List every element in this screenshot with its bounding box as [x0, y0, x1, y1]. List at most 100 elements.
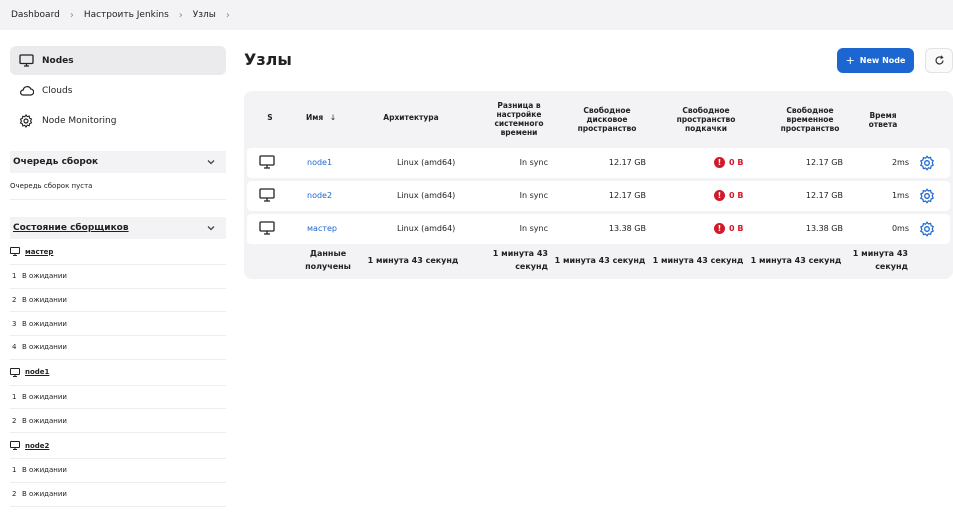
configure-gear-icon[interactable]	[919, 221, 935, 239]
computer-icon	[259, 155, 275, 171]
data-obtained-response: 1 минута 43 секунд	[852, 249, 908, 271]
refresh-icon	[934, 51, 945, 70]
error-icon: !	[714, 157, 725, 168]
disk-cell: 12.17 GB	[608, 191, 646, 200]
executor-node-master[interactable]: мастер	[10, 239, 226, 265]
column-header-swap[interactable]: Свободное пространство подкачки	[671, 106, 741, 133]
chevron-down-icon[interactable]	[206, 223, 216, 233]
executor-status: В ожидании	[22, 490, 67, 499]
chevron-right-icon[interactable]: ›	[226, 10, 230, 21]
plus-icon: +	[845, 54, 855, 67]
executor-number: 2	[12, 296, 17, 305]
sidebar-item-clouds[interactable]: Clouds	[10, 76, 226, 105]
executor-row: 2 В ожидании	[10, 289, 226, 313]
gear-icon	[18, 113, 34, 129]
build-queue-pane: Очередь сборок Очередь сборок пуста	[10, 151, 226, 200]
sidebar-item-label: Node Monitoring	[42, 115, 117, 126]
executor-node-label[interactable]: node2	[25, 442, 49, 450]
computer-icon	[259, 221, 275, 237]
sidebar-item-nodes[interactable]: Nodes	[10, 46, 226, 75]
executors-header[interactable]: Состояние сборщиков	[10, 217, 226, 239]
executor-row: 2 В ожидании	[10, 483, 226, 507]
chevron-down-icon[interactable]	[206, 157, 216, 167]
node-link[interactable]: node1	[307, 158, 332, 167]
breadcrumb-manage-jenkins[interactable]: Настроить Jenkins	[84, 10, 169, 20]
column-header-status[interactable]: S	[264, 113, 276, 122]
chevron-right-icon: ›	[69, 9, 74, 21]
data-obtained-arch: 1 минута 43 секунд	[367, 256, 459, 265]
response-cell: 2ms	[891, 158, 909, 167]
data-obtained-clock: 1 минута 43 секунд	[492, 249, 548, 271]
error-icon: !	[714, 223, 725, 234]
clock-cell: In sync	[519, 158, 548, 167]
sidebar-item-label: Nodes	[42, 55, 74, 66]
page-title: Узлы	[244, 50, 292, 69]
new-node-button[interactable]: + New Node	[837, 48, 914, 73]
executor-status: В ожидании	[22, 393, 67, 402]
sidebar-item-label: Clouds	[42, 85, 73, 96]
executor-number: 1	[12, 466, 17, 475]
refresh-button[interactable]	[925, 48, 953, 73]
executor-node-label[interactable]: node1	[25, 368, 49, 376]
swap-cell: ! 0 B	[714, 223, 743, 234]
response-cell: 0ms	[891, 224, 909, 233]
disk-cell: 12.17 GB	[608, 158, 646, 167]
configure-gear-icon[interactable]	[919, 188, 935, 206]
executor-node-label[interactable]: мастер	[25, 248, 53, 256]
breadcrumb: Dashboard › Настроить Jenkins › Узлы ›	[0, 0, 953, 30]
computer-icon	[10, 367, 22, 377]
column-header-architecture[interactable]: Архитектура	[370, 113, 452, 122]
node-link[interactable]: node2	[307, 191, 332, 200]
column-header-name[interactable]: Имя ↓	[306, 113, 336, 122]
chevron-right-icon: ›	[178, 9, 183, 21]
executor-row: 1 В ожидании	[10, 265, 226, 289]
configure-gear-icon[interactable]	[919, 155, 935, 173]
executor-status: В ожидании	[22, 466, 67, 475]
temp-cell: 12.17 GB	[805, 158, 843, 167]
computer-icon	[10, 247, 22, 256]
clock-cell: In sync	[519, 191, 548, 200]
executor-number: 1	[12, 393, 17, 402]
build-queue-empty: Очередь сборок пуста	[10, 173, 226, 200]
executor-number: 2	[12, 490, 17, 499]
column-header-response[interactable]: Время ответа	[862, 111, 904, 129]
executor-row: 3 В ожидании	[10, 312, 226, 337]
swap-cell: ! 0 B	[714, 157, 743, 168]
column-header-clock-diff[interactable]: Разница в настройке системного времени	[488, 101, 550, 137]
cloud-icon	[18, 83, 34, 99]
disk-cell: 13.38 GB	[608, 224, 646, 233]
breadcrumb-dashboard[interactable]: Dashboard	[11, 10, 60, 20]
swap-value: 0 B	[729, 191, 744, 200]
executor-row: 1 В ожидании	[10, 459, 226, 483]
computer-icon	[259, 188, 275, 204]
temp-cell: 13.38 GB	[805, 224, 843, 233]
build-queue-title: Очередь сборок	[13, 157, 99, 167]
nodes-table: S Имя ↓ Архитектура Разница в настройке …	[244, 91, 953, 279]
sort-arrow-icon: ↓	[329, 113, 337, 122]
swap-cell: ! 0 B	[714, 190, 743, 201]
executor-node-node1[interactable]: node1	[10, 360, 226, 386]
swap-value: 0 B	[729, 224, 744, 233]
swap-value: 0 B	[729, 158, 744, 167]
executor-status: В ожидании	[22, 296, 67, 305]
executors-pane: Состояние сборщиков мастер 1 В ожидании 2…	[10, 217, 226, 507]
clock-cell: In sync	[519, 224, 548, 233]
executor-status: В ожидании	[22, 272, 67, 281]
temp-cell: 12.17 GB	[805, 191, 843, 200]
table-row: мастер Linux (amd64) In sync 13.38 GB ! 0…	[247, 214, 950, 244]
executor-status: В ожидании	[22, 416, 67, 425]
sidebar-item-node-monitoring[interactable]: Node Monitoring	[10, 106, 226, 135]
computer-icon	[10, 441, 22, 451]
executor-status: В ожидании	[22, 343, 67, 352]
node-link[interactable]: мастер	[307, 224, 337, 233]
sidebar: Nodes Clouds Node Monitoring Очередь сбо…	[10, 46, 226, 507]
build-queue-header[interactable]: Очередь сборок	[10, 151, 226, 173]
executor-node-node2[interactable]: node2	[10, 433, 226, 460]
column-header-name-label: Имя	[306, 113, 324, 122]
architecture-cell: Linux (amd64)	[397, 224, 456, 233]
column-header-temp[interactable]: Свободное временное пространство	[768, 106, 852, 133]
architecture-cell: Linux (amd64)	[397, 191, 456, 200]
column-header-disk[interactable]: Свободное дисковое пространство	[572, 106, 642, 133]
breadcrumb-nodes[interactable]: Узлы	[193, 10, 216, 20]
executors-title[interactable]: Состояние сборщиков	[13, 223, 129, 233]
